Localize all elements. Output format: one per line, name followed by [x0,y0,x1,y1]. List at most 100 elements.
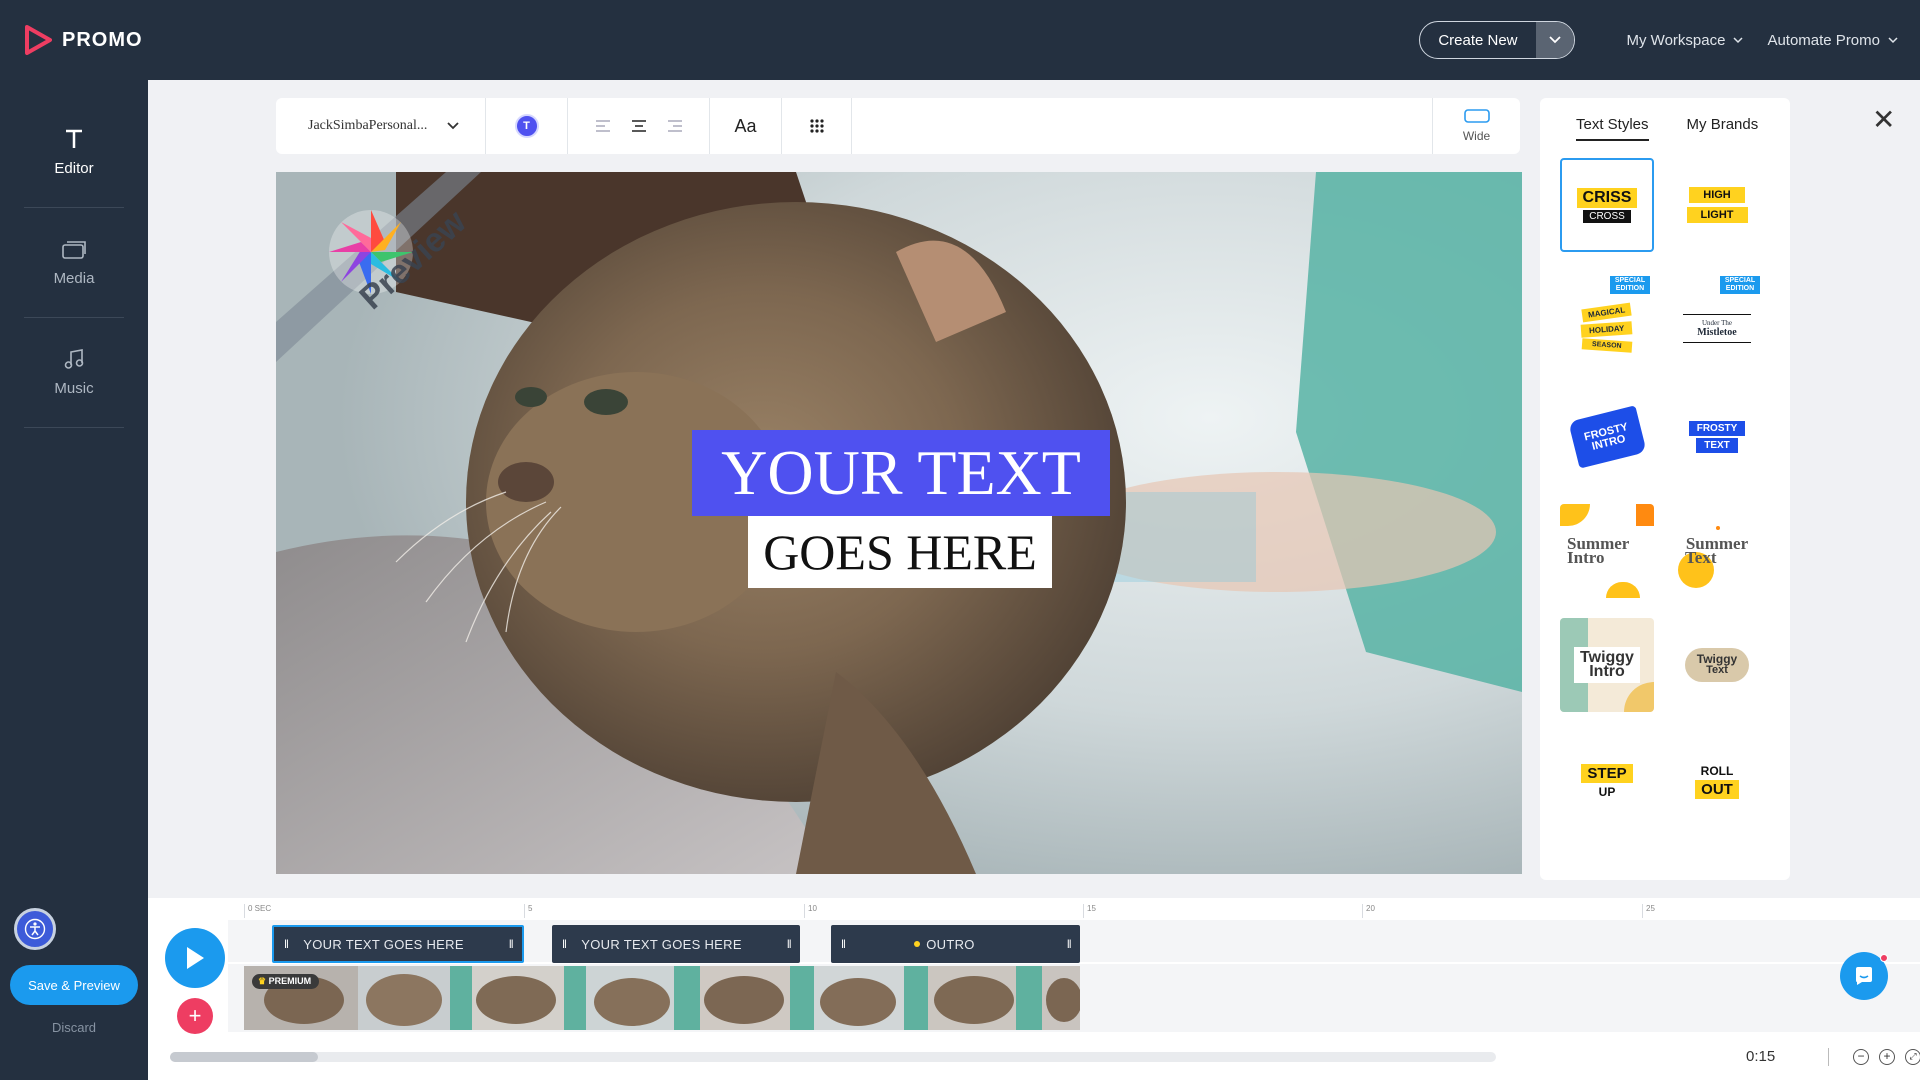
chat-support-button[interactable] [1840,952,1888,1000]
frosty-intro-block: FROSTY INTRO [1567,405,1647,469]
style-tile-line: FROSTY [1688,421,1746,436]
video-canvas[interactable]: Preview YOUR TEXT GOES HERE [276,172,1522,874]
style-tile-top: CRISS [1576,187,1638,208]
headline-text-line1[interactable]: YOUR TEXT [692,430,1110,516]
zoom-in-icon[interactable]: + [1879,1049,1895,1065]
style-tile-bottom: UP [1598,784,1616,799]
style-tile-line: HOLIDAY [1580,320,1634,338]
promo-logo[interactable]: PROMO [24,25,143,55]
clip-handle-left[interactable]: ‖ [841,937,846,951]
video-filmstrip[interactable]: ♛ PREMIUM [244,966,1080,1030]
style-roll-out[interactable]: ROLL OUT [1670,734,1764,828]
style-magical-holiday[interactable]: SPECIAL EDITION MAGICAL HOLIDAY SEASON [1560,274,1654,368]
align-right-icon[interactable] [665,119,685,133]
style-tile-bottom: LIGHT [1686,207,1748,223]
style-tile-line: MAGICAL [1581,302,1633,322]
sidebar-item-label: Editor [54,160,94,177]
headline-text-line2[interactable]: GOES HERE [748,516,1052,588]
style-tile-line: Under The [1683,313,1751,327]
text-color-swatch[interactable]: T [514,114,539,138]
style-summer-text[interactable]: Summer Text [1670,504,1764,598]
timeline-scrollbar[interactable] [170,1052,1496,1062]
create-new-button[interactable]: Create New [1419,21,1575,59]
fit-expand-icon[interactable]: ⤢ [1905,1049,1920,1065]
summer-dot-shape [1716,526,1720,530]
clip-label: OUTRO [926,936,975,952]
zoom-out-icon[interactable]: − [1853,1049,1869,1065]
style-tile-line: SEASON [1581,337,1633,353]
style-high-light[interactable]: HIGH LIGHT [1670,158,1764,252]
style-tile-top: STEP [1581,763,1633,783]
premium-label: PREMIUM [268,976,312,986]
style-twiggy-intro[interactable]: Twiggy Intro [1560,618,1654,712]
sidebar-item-editor[interactable]: Editor [24,98,124,208]
sidebar-item-music[interactable]: Music [24,318,124,428]
tab-my-brands[interactable]: My Brands [1687,116,1759,141]
align-left-icon[interactable] [593,119,613,133]
timeline-text-clip[interactable]: ‖ YOUR TEXT GOES HERE ‖ [272,925,524,963]
clip-handle-right[interactable]: ‖ [1067,937,1072,951]
tab-text-styles[interactable]: Text Styles [1576,116,1649,141]
close-icon[interactable]: ✕ [1872,106,1895,134]
play-button[interactable] [165,928,225,988]
timeline-scroll-thumb[interactable] [170,1052,318,1062]
accessibility-icon [24,918,46,940]
my-workspace-label: My Workspace [1626,31,1726,49]
save-and-preview-button[interactable]: Save & Preview [10,965,138,1005]
timeline-text-clip[interactable]: ‖ YOUR TEXT GOES HERE ‖ [552,925,800,963]
font-select[interactable]: JackSimbaPersonal... [276,98,486,154]
ruler-tick: 20 [1362,904,1375,918]
left-sidebar: Editor Media Music Save & Preview Discar… [0,80,148,1080]
clip-handle-right[interactable]: ‖ [509,937,514,951]
style-frosty-intro[interactable]: FROSTY INTRO [1560,390,1654,484]
outro-dot-icon [914,941,921,947]
my-workspace-menu[interactable]: My Workspace [1627,32,1744,49]
crown-icon: ♛ [258,976,267,986]
align-center-icon[interactable] [629,119,649,133]
more-options-button[interactable] [782,98,852,154]
summer-shape [1636,504,1654,526]
play-icon [187,947,204,969]
media-icon [62,241,86,259]
style-tile-top: HIGH [1689,187,1745,203]
discard-link[interactable]: Discard [0,1020,148,1035]
accessibility-button[interactable] [14,908,56,950]
ruler-tick: 10 [804,904,817,918]
add-scene-button[interactable]: + [177,998,213,1034]
style-summer-intro[interactable]: Summer Intro [1560,504,1654,598]
style-twiggy-text[interactable]: Twiggy Text [1670,618,1764,712]
sidebar-item-label: Music [54,380,94,397]
sidebar-item-media[interactable]: Media [24,208,124,318]
clip-handle-left[interactable]: ‖ [284,937,289,951]
timeline-outro-clip[interactable]: ‖ OUTRO ‖ [831,925,1080,963]
special-edition-badge: SPECIAL EDITION [1610,276,1650,294]
font-size-button[interactable]: Aa [710,98,782,154]
notification-dot [1880,954,1888,962]
divider [1828,1048,1829,1066]
clip-handle-right[interactable]: ‖ [787,937,792,951]
text-styles-panel: Text Styles My Brands CRISS CROSS HIGH L… [1540,98,1790,880]
text-toolbar: JackSimbaPersonal... T Aa Wide [276,98,1520,154]
timeline-panel: 0 SEC 5 10 15 20 25 + ‖ YOUR TEXT GOES H… [148,898,1920,1080]
automate-promo-menu[interactable]: Automate Promo [1767,32,1898,49]
style-tile-line: Mistletoe [1683,327,1751,343]
twiggy-shape [1624,682,1654,712]
aspect-ratio-wide-button[interactable]: Wide [1432,98,1520,154]
promo-logo-icon [25,25,52,55]
style-tile-top: ROLL [1700,763,1734,778]
summer-shape [1560,504,1590,526]
clip-handle-left[interactable]: ‖ [562,937,567,951]
filmstrip-thumbnails [244,966,1080,1030]
style-criss-cross[interactable]: CRISS CROSS [1560,158,1654,252]
chevron-down-icon [1888,36,1898,43]
create-new-label[interactable]: Create New [1420,22,1535,58]
text-color-picker[interactable]: T [486,98,568,154]
style-under-the-mistletoe[interactable]: SPECIAL EDITION Under The Mistletoe [1670,274,1764,368]
sidebar-item-label: Media [53,270,95,287]
style-frosty-text[interactable]: FROSTY TEXT [1670,390,1764,484]
style-step-up[interactable]: STEP UP [1560,734,1654,828]
premium-badge: ♛ PREMIUM [252,974,320,989]
style-tile-line: Text [1706,664,1728,676]
chevron-down-icon[interactable] [1535,22,1574,58]
style-tile-bottom: OUT [1695,779,1739,799]
